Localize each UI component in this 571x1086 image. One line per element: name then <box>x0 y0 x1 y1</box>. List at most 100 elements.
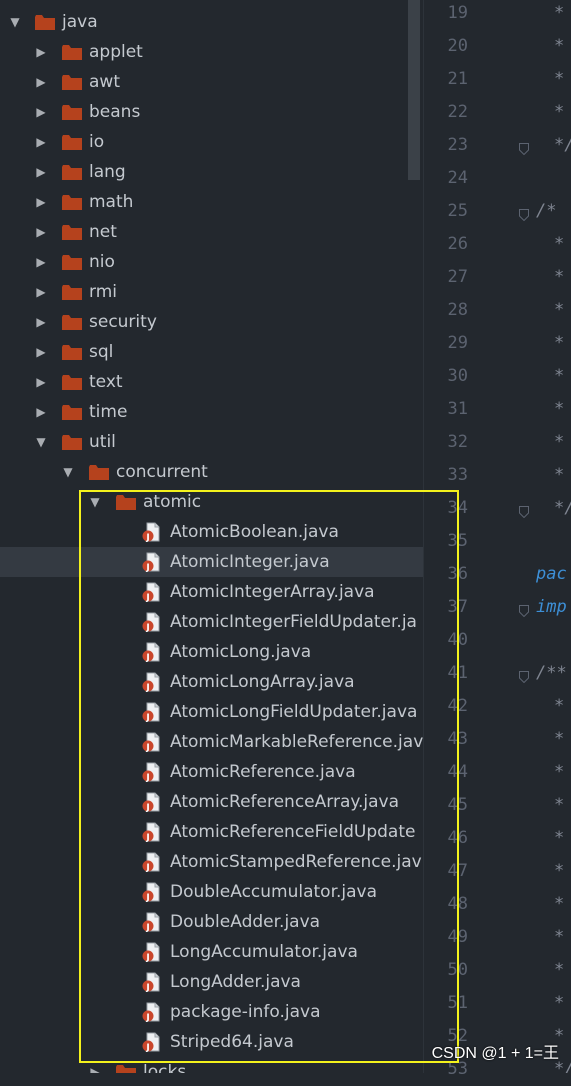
line-number: 46 <box>447 828 468 848</box>
tree-item-lang[interactable]: ▶ lang <box>0 157 423 187</box>
tree-item-time[interactable]: ▶ time <box>0 397 423 427</box>
tree-item-io[interactable]: ▶ io <box>0 127 423 157</box>
triangle-right-icon[interactable]: ▶ <box>88 1057 102 1073</box>
tree-item-label: AtomicMarkableReference.jav <box>170 732 423 752</box>
line-number: 32 <box>447 432 468 452</box>
svg-text:J: J <box>145 593 149 602</box>
tree-item-awt[interactable]: ▶ awt <box>0 67 423 97</box>
line-number: 37 <box>447 597 468 617</box>
tree-item-atomic[interactable]: ▼ atomic <box>0 487 423 517</box>
tree-item-beans[interactable]: ▶ beans <box>0 97 423 127</box>
line-number: 40 <box>447 630 468 650</box>
tree-file-atomicstampedreference[interactable]: J AtomicStampedReference.jav <box>0 847 423 877</box>
line-number: 24 <box>447 168 468 188</box>
tree-file-atomicreference[interactable]: J AtomicReference.java <box>0 757 423 787</box>
tree-file-longaccumulator[interactable]: J LongAccumulator.java <box>0 937 423 967</box>
folder-icon <box>62 315 82 330</box>
tree-item-label: AtomicReferenceFieldUpdate <box>170 822 416 842</box>
tree-item-label: AtomicStampedReference.jav <box>170 852 422 872</box>
tree-scrollbar[interactable] <box>408 0 420 180</box>
fold-marker-icon[interactable] <box>519 503 529 519</box>
code-line: * <box>554 828 565 848</box>
tree-item-math[interactable]: ▶ math <box>0 187 423 217</box>
fold-marker-icon[interactable] <box>519 206 529 222</box>
tree-item-label: sql <box>89 342 114 362</box>
tree-item-label: lang <box>89 162 126 182</box>
svg-text:J: J <box>145 1013 149 1022</box>
triangle-right-icon[interactable]: ▶ <box>34 247 48 277</box>
tree-item-label: rmi <box>89 282 117 302</box>
java-file-icon: J <box>142 972 160 992</box>
tree-item-security[interactable]: ▶ security <box>0 307 423 337</box>
svg-text:J: J <box>145 533 149 542</box>
folder-icon <box>62 195 82 210</box>
tree-file-package-info[interactable]: Jpackage-info.java <box>0 997 423 1027</box>
tree-file-atomiclongfieldupdater[interactable]: J AtomicLongFieldUpdater.java <box>0 697 423 727</box>
code-line: * <box>554 927 565 947</box>
editor-code: *****//**********/pacimp/**************/ <box>536 0 571 1073</box>
tree-file-atomiclong[interactable]: J AtomicLong.java <box>0 637 423 667</box>
folder-icon <box>62 225 82 240</box>
code-line: * <box>554 36 565 56</box>
triangle-down-icon[interactable]: ▼ <box>61 457 75 487</box>
tree-file-atomicreferencearray[interactable]: J AtomicReferenceArray.java <box>0 787 423 817</box>
fold-marker-icon[interactable] <box>519 668 529 684</box>
tree-item-label: nio <box>89 252 115 272</box>
fold-marker-icon[interactable] <box>519 602 529 618</box>
tree-file-atomicinteger[interactable]: J AtomicInteger.java <box>0 547 423 577</box>
triangle-down-icon[interactable]: ▼ <box>34 427 48 457</box>
tree-item-label: AtomicLongArray.java <box>170 672 355 692</box>
triangle-right-icon[interactable]: ▶ <box>34 187 48 217</box>
triangle-right-icon[interactable]: ▶ <box>34 157 48 187</box>
tree-item-sql[interactable]: ▶ sql <box>0 337 423 367</box>
line-number: 31 <box>447 399 468 419</box>
java-file-icon: J <box>142 1002 160 1022</box>
tree-item-nio[interactable]: ▶ nio <box>0 247 423 277</box>
triangle-right-icon[interactable]: ▶ <box>34 337 48 367</box>
triangle-right-icon[interactable]: ▶ <box>34 67 48 97</box>
tree-file-striped64[interactable]: J Striped64.java <box>0 1027 423 1057</box>
triangle-right-icon[interactable]: ▶ <box>34 217 48 247</box>
triangle-right-icon[interactable]: ▶ <box>34 37 48 67</box>
tree-file-atomicboolean[interactable]: J AtomicBoolean.java <box>0 517 423 547</box>
tree-item-concurrent[interactable]: ▼ concurrent <box>0 457 423 487</box>
tree-file-atomicintegerfieldupdater-ja[interactable]: J AtomicIntegerFieldUpdater.ja <box>0 607 423 637</box>
tree-item-label: util <box>89 432 116 452</box>
fold-marker-icon[interactable] <box>519 140 529 156</box>
tree-item-locks[interactable]: ▶ locks <box>0 1057 423 1073</box>
java-file-icon: J <box>142 642 160 662</box>
tree-item-text[interactable]: ▶ text <box>0 367 423 397</box>
folder-icon <box>62 135 82 150</box>
triangle-right-icon[interactable]: ▶ <box>34 397 48 427</box>
triangle-right-icon[interactable]: ▶ <box>34 277 48 307</box>
java-file-icon: J <box>142 882 160 902</box>
line-number: 22 <box>447 102 468 122</box>
tree-file-atomicintegerarray[interactable]: J AtomicIntegerArray.java <box>0 577 423 607</box>
tree-item-util[interactable]: ▼ util <box>0 427 423 457</box>
triangle-right-icon[interactable]: ▶ <box>34 97 48 127</box>
code-line: * <box>554 102 565 122</box>
line-number: 29 <box>447 333 468 353</box>
tree-item-net[interactable]: ▶ net <box>0 217 423 247</box>
tree-file-longadder[interactable]: J LongAdder.java <box>0 967 423 997</box>
tree-file-atomiclongarray[interactable]: J AtomicLongArray.java <box>0 667 423 697</box>
line-number: 20 <box>447 36 468 56</box>
triangle-down-icon[interactable]: ▼ <box>88 487 102 517</box>
tree-item-applet[interactable]: ▶ applet <box>0 37 423 67</box>
folder-icon <box>62 285 82 300</box>
triangle-right-icon[interactable]: ▶ <box>34 307 48 337</box>
code-line: * <box>554 234 565 254</box>
tree-file-atomicmarkablereference[interactable]: J AtomicMarkableReference.jav <box>0 727 423 757</box>
triangle-right-icon[interactable]: ▶ <box>34 127 48 157</box>
triangle-right-icon[interactable]: ▶ <box>34 367 48 397</box>
tree-item-java[interactable]: ▼ java <box>0 7 423 37</box>
folder-icon <box>62 375 82 390</box>
tree-file-doubleadder[interactable]: J DoubleAdder.java <box>0 907 423 937</box>
triangle-down-icon[interactable]: ▼ <box>8 7 22 37</box>
tree-file-doubleaccumulator[interactable]: J DoubleAccumulator.java <box>0 877 423 907</box>
tree-file-atomicreferencefieldupdate[interactable]: J AtomicReferenceFieldUpdate <box>0 817 423 847</box>
tree-item-rmi[interactable]: ▶ rmi <box>0 277 423 307</box>
line-number: 33 <box>447 465 468 485</box>
svg-text:J: J <box>145 623 149 632</box>
line-number: 19 <box>447 3 468 23</box>
